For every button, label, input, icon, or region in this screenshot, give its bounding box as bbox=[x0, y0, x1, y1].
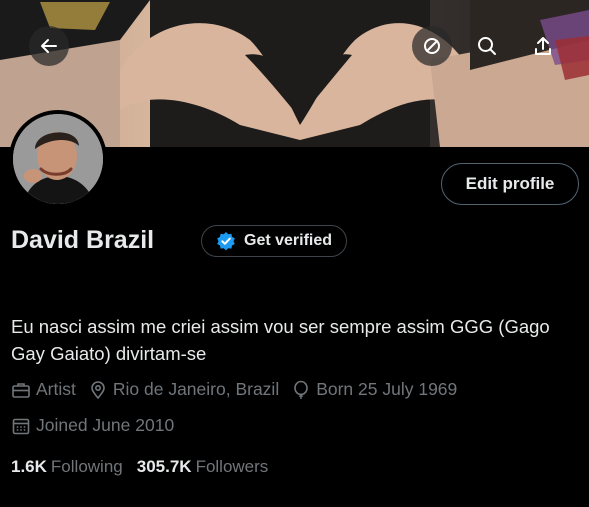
following-count: 1.6K bbox=[11, 457, 47, 476]
avatar[interactable] bbox=[9, 110, 107, 208]
share-button[interactable] bbox=[523, 26, 563, 66]
category-item: Artist bbox=[11, 379, 76, 400]
calendar-icon bbox=[12, 418, 30, 434]
born-item: Born 25 July 1969 bbox=[291, 379, 457, 400]
verified-badge-icon bbox=[217, 232, 235, 251]
category-label: Artist bbox=[36, 379, 76, 399]
back-button[interactable] bbox=[29, 26, 69, 66]
followers-link[interactable]: 305.7K Followers bbox=[137, 457, 269, 477]
followers-count: 305.7K bbox=[136, 457, 192, 476]
profile-meta-row: Artist Rio de Janeiro, Brazil Born 25 Ju… bbox=[11, 379, 469, 400]
joined-item: Joined June 2010 bbox=[11, 415, 174, 436]
get-verified-button[interactable]: Get verified bbox=[201, 225, 348, 257]
no-circle-icon bbox=[424, 38, 440, 54]
profile-joined-row: Joined June 2010 bbox=[11, 415, 186, 436]
clear-button[interactable] bbox=[412, 26, 452, 66]
search-icon bbox=[478, 37, 496, 55]
briefcase-icon bbox=[12, 382, 30, 398]
avatar-image bbox=[13, 114, 103, 204]
location-item: Rio de Janeiro, Brazil bbox=[88, 379, 279, 400]
born-label: Born 25 July 1969 bbox=[316, 379, 458, 399]
get-verified-label: Get verified bbox=[244, 232, 333, 249]
location-label: Rio de Janeiro, Brazil bbox=[112, 379, 280, 399]
profile-name: David Brazil bbox=[11, 226, 155, 254]
balloon-icon bbox=[294, 380, 309, 399]
location-pin-icon bbox=[91, 380, 105, 399]
follow-stats: 1.6K Following 305.7K Followers bbox=[11, 457, 282, 477]
following-label: Following bbox=[50, 457, 123, 476]
following-link[interactable]: 1.6K Following bbox=[11, 457, 123, 477]
edit-profile-button[interactable]: Edit profile bbox=[441, 163, 579, 205]
share-icon bbox=[535, 37, 551, 55]
profile-bio: Eu nasci assim me criei assim vou ser se… bbox=[11, 316, 550, 364]
joined-label: Joined June 2010 bbox=[36, 415, 175, 435]
search-button[interactable] bbox=[467, 26, 507, 66]
arrow-left-icon bbox=[41, 39, 57, 53]
followers-label: Followers bbox=[195, 457, 269, 476]
